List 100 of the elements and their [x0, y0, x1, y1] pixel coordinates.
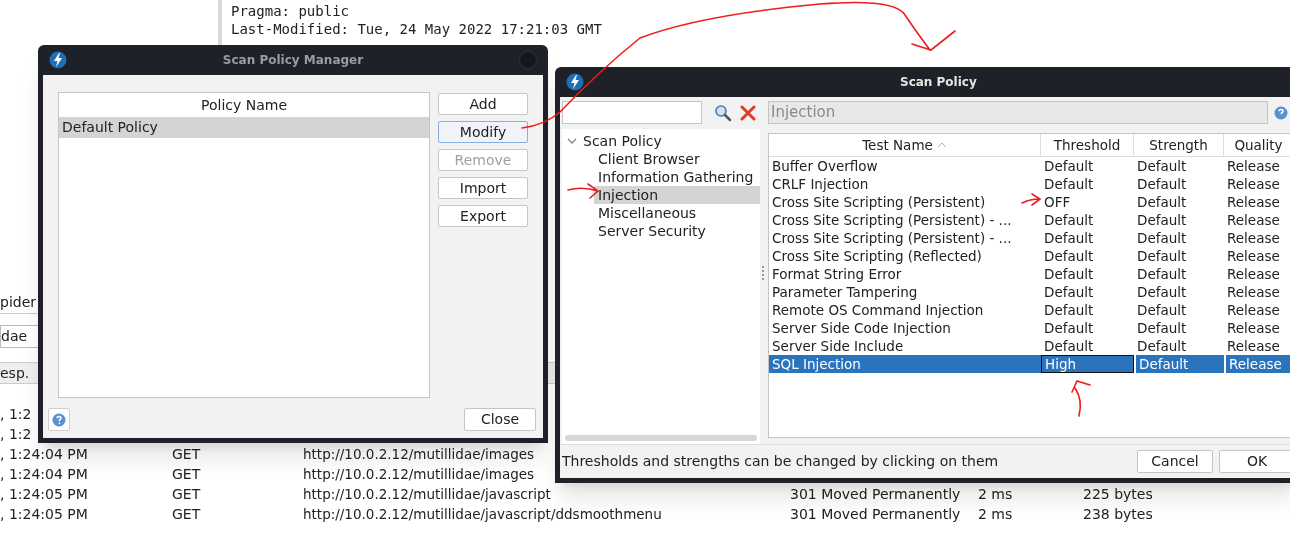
table-cell[interactable]: Default — [1041, 175, 1134, 193]
table-cell: http://10.0.2.12/mutillidae/images — [303, 465, 535, 482]
table-cell[interactable]: High — [1041, 355, 1134, 373]
table-row[interactable]: Remote OS Command Injection Default Default Release — [769, 301, 1290, 319]
table-row[interactable]: Cross Site Scripting (Persistent) - ... Default Default Release — [769, 211, 1290, 229]
list-item[interactable]: Default Policy — [59, 117, 429, 138]
table-cell-text: SQL Injection — [772, 354, 861, 374]
table-row[interactable]: Format String Error Default Default Release — [769, 265, 1290, 283]
table-cell-text: Release — [1226, 175, 1281, 193]
table-cell[interactable]: Default — [1134, 337, 1224, 355]
table-cell-text: Release — [1226, 229, 1281, 247]
table-cell[interactable]: Default — [1041, 247, 1134, 265]
table-row[interactable]: Cross Site Scripting (Persistent) OFF Default Release — [769, 193, 1290, 211]
column-header[interactable]: Quality — [1224, 134, 1290, 156]
header-line: Pragma: public — [231, 2, 349, 20]
help-icon[interactable] — [1274, 105, 1288, 120]
table-cell-text: Cross Site Scripting (Reflected) — [772, 246, 982, 266]
table-cell[interactable]: Default — [1134, 265, 1224, 283]
table-cell[interactable]: Default — [1041, 319, 1134, 337]
table-cell-text: CRLF Injection — [772, 174, 869, 194]
table-cell-text: Cross Site Scripting (Persistent) — [772, 192, 986, 212]
dialog-button[interactable]: OK — [1219, 450, 1290, 473]
search-icon[interactable] — [714, 103, 732, 122]
status-text: Thresholds and strengths can be changed by clicking on them — [562, 452, 1000, 471]
table-cell-text: 238 bytes — [1083, 504, 1153, 524]
table-row[interactable]: SQL Injection High Default Release — [769, 355, 1290, 373]
table-row[interactable]: CRLF Injection Default Default Release — [769, 175, 1290, 193]
table-cell-text: Release — [1226, 301, 1281, 319]
table-cell: 2 ms — [978, 505, 1013, 522]
table-cell-text: Release — [1226, 283, 1281, 301]
table-row[interactable]: Server Side Include Default Default Release — [769, 337, 1290, 355]
table-cell[interactable]: Default — [1134, 193, 1224, 211]
table-cell[interactable]: Default — [1041, 229, 1134, 247]
help-icon — [52, 412, 66, 427]
table-cell[interactable]: Default — [1134, 211, 1224, 229]
column-header[interactable]: Test Name — [769, 134, 1041, 156]
table-cell-text: Remote OS Command Injection — [772, 300, 984, 320]
tree-item[interactable]: Information Gathering — [594, 168, 760, 186]
table-cell-text: Release — [1226, 157, 1281, 175]
table-cell-text: Buffer Overflow — [772, 156, 878, 176]
table-cell: 301 Moved Permanently — [790, 505, 961, 522]
table-cell[interactable]: Default — [1134, 247, 1224, 265]
table-cell[interactable]: Default — [1041, 283, 1134, 301]
help-button[interactable] — [48, 408, 70, 431]
table-cell[interactable]: Default — [1134, 319, 1224, 337]
table-cell[interactable]: Default — [1041, 301, 1134, 319]
table-row[interactable]: Buffer Overflow Default Default Release — [769, 157, 1290, 175]
tree-item[interactable]: Injection — [594, 186, 760, 204]
column-header[interactable]: Policy Name — [59, 93, 429, 117]
close-button[interactable]: Close — [464, 408, 536, 431]
table-cell: , 1:24:04 PM — [0, 465, 88, 482]
table-row[interactable]: Cross Site Scripting (Reflected) Default Default Release — [769, 247, 1290, 265]
lightning-logo-icon — [566, 73, 584, 91]
header-line: Last-Modified: Tue, 24 May 2022 17:21:03 GMT — [231, 20, 602, 38]
tab[interactable]: pider — [0, 292, 37, 313]
column-header[interactable]: Threshold — [1041, 134, 1134, 156]
table-cell: , 1:24:04 PM — [0, 445, 88, 462]
table-cell-text: Cross Site Scripting (Persistent) - ... — [772, 210, 1012, 230]
table-cell[interactable]: Default — [1041, 265, 1134, 283]
table-cell[interactable]: Default — [1041, 337, 1134, 355]
dialog-button[interactable]: Export — [438, 205, 528, 227]
scrollbar[interactable] — [565, 435, 757, 441]
table-cell: , 1:2 — [0, 425, 32, 442]
table-cell[interactable]: Default — [1134, 157, 1224, 175]
table-cell: http://10.0.2.12/mutillidae/images — [303, 445, 535, 462]
table-cell-text: Release — [1226, 337, 1281, 355]
table-cell-text: Server Side Code Injection — [772, 318, 951, 338]
dialog-button[interactable]: Modify — [438, 121, 528, 143]
clear-icon[interactable] — [740, 104, 756, 121]
table-cell-text: Server Side Include — [772, 336, 904, 356]
table-cell[interactable]: Default — [1134, 355, 1224, 373]
search-field[interactable] — [562, 101, 702, 124]
dialog-button[interactable]: Cancel — [1137, 450, 1213, 473]
dropdown[interactable]: dae — [0, 325, 40, 348]
window-title: Scan Policy — [900, 74, 977, 91]
table-row[interactable]: Parameter Tampering Default Default Release — [769, 283, 1290, 301]
table-cell[interactable]: Default — [1134, 283, 1224, 301]
table-row[interactable]: Server Side Code Injection Default Default Release — [769, 319, 1290, 337]
dialog-button[interactable]: Add — [438, 93, 528, 115]
dialog-button[interactable]: Import — [438, 177, 528, 199]
table-cell[interactable]: Default — [1134, 175, 1224, 193]
table-cell[interactable]: Default — [1134, 301, 1224, 319]
column-header[interactable]: Strength — [1134, 134, 1224, 156]
tree-item[interactable]: Scan Policy — [562, 132, 760, 150]
table-cell[interactable]: Default — [1041, 157, 1134, 175]
table-cell[interactable]: OFF — [1041, 193, 1134, 211]
tree-item[interactable]: Server Security — [594, 222, 760, 240]
table-cell: GET — [172, 485, 201, 502]
column-header[interactable]: esp. — [0, 362, 30, 384]
annotation-arrow — [1021, 193, 1041, 206]
table-cell[interactable]: Default — [1134, 229, 1224, 247]
lightning-logo-icon — [49, 51, 67, 69]
table-cell-text: Parameter Tampering — [772, 282, 918, 302]
table-cell-text: 225 bytes — [1083, 484, 1153, 504]
table-row[interactable]: Cross Site Scripting (Persistent) - ... Default Default Release — [769, 229, 1290, 247]
table-cell[interactable]: Default — [1041, 211, 1134, 229]
splitter-handle[interactable] — [762, 265, 764, 280]
table-cell-text: Release — [1226, 265, 1281, 283]
tree-item[interactable]: Client Browser — [594, 150, 760, 168]
tree-item[interactable]: Miscellaneous — [594, 204, 760, 222]
